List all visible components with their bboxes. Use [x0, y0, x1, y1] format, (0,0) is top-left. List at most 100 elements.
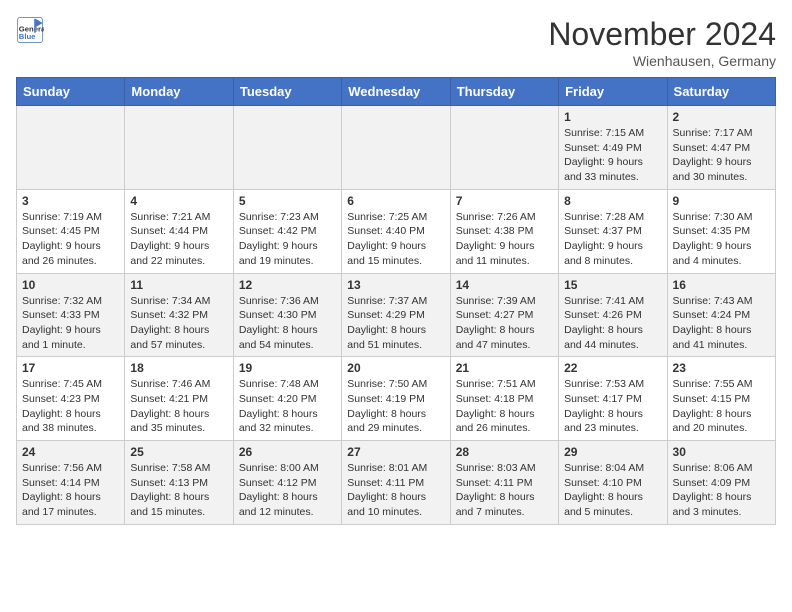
day-number: 23: [673, 361, 770, 375]
calendar-cell: 3 Sunrise: 7:19 AM Sunset: 4:45 PM Daylig…: [17, 189, 125, 273]
day-number: 18: [130, 361, 227, 375]
day-number: 4: [130, 194, 227, 208]
day-info: Sunrise: 7:43 AM Sunset: 4:24 PM Dayligh…: [673, 294, 770, 353]
day-number: 19: [239, 361, 336, 375]
calendar-cell: [233, 106, 341, 190]
calendar-cell: 5 Sunrise: 7:23 AM Sunset: 4:42 PM Daylig…: [233, 189, 341, 273]
day-info: Sunrise: 7:36 AM Sunset: 4:30 PM Dayligh…: [239, 294, 336, 353]
calendar-cell: 14 Sunrise: 7:39 AM Sunset: 4:27 PM Dayli…: [450, 273, 558, 357]
calendar-cell: 27 Sunrise: 8:01 AM Sunset: 4:11 PM Dayli…: [342, 441, 450, 525]
col-header-monday: Monday: [125, 78, 233, 106]
day-number: 13: [347, 278, 444, 292]
calendar-cell: 15 Sunrise: 7:41 AM Sunset: 4:26 PM Dayli…: [559, 273, 667, 357]
day-number: 6: [347, 194, 444, 208]
day-info: Sunrise: 7:51 AM Sunset: 4:18 PM Dayligh…: [456, 377, 553, 436]
logo: General Blue: [16, 16, 44, 44]
calendar-week-3: 10 Sunrise: 7:32 AM Sunset: 4:33 PM Dayli…: [17, 273, 776, 357]
day-info: Sunrise: 8:04 AM Sunset: 4:10 PM Dayligh…: [564, 461, 661, 520]
calendar-cell: 21Sunrise: 7:51 AM Sunset: 4:18 PM Dayli…: [450, 357, 558, 441]
col-header-wednesday: Wednesday: [342, 78, 450, 106]
day-number: 27: [347, 445, 444, 459]
calendar-cell: 16 Sunrise: 7:43 AM Sunset: 4:24 PM Dayli…: [667, 273, 775, 357]
day-number: 22: [564, 361, 661, 375]
day-info: Sunrise: 7:41 AM Sunset: 4:26 PM Dayligh…: [564, 294, 661, 353]
day-info: Sunrise: 7:45 AM Sunset: 4:23 PM Dayligh…: [22, 377, 119, 436]
day-info: Sunrise: 7:28 AM Sunset: 4:37 PM Dayligh…: [564, 210, 661, 269]
calendar-cell: 29 Sunrise: 8:04 AM Sunset: 4:10 PM Dayli…: [559, 441, 667, 525]
month-title: November 2024: [548, 16, 776, 53]
calendar-cell: 10 Sunrise: 7:32 AM Sunset: 4:33 PM Dayli…: [17, 273, 125, 357]
day-number: 9: [673, 194, 770, 208]
day-number: 25: [130, 445, 227, 459]
day-number: 12: [239, 278, 336, 292]
calendar-cell: 19 Sunrise: 7:48 AM Sunset: 4:20 PM Dayli…: [233, 357, 341, 441]
col-header-thursday: Thursday: [450, 78, 558, 106]
day-number: 16: [673, 278, 770, 292]
calendar-cell: 2 Sunrise: 7:17 AM Sunset: 4:47 PM Daylig…: [667, 106, 775, 190]
day-info: Sunrise: 8:03 AM Sunset: 4:11 PM Dayligh…: [456, 461, 553, 520]
day-number: 2: [673, 110, 770, 124]
day-info: Sunrise: 7:32 AM Sunset: 4:33 PM Dayligh…: [22, 294, 119, 353]
calendar-cell: 30 Sunrise: 8:06 AM Sunset: 4:09 PM Dayli…: [667, 441, 775, 525]
day-info: Sunrise: 7:50 AM Sunset: 4:19 PM Dayligh…: [347, 377, 444, 436]
calendar-cell: 9 Sunrise: 7:30 AM Sunset: 4:35 PM Daylig…: [667, 189, 775, 273]
day-number: 10: [22, 278, 119, 292]
day-info: Sunrise: 8:01 AM Sunset: 4:11 PM Dayligh…: [347, 461, 444, 520]
day-number: 11: [130, 278, 227, 292]
calendar-cell: 13 Sunrise: 7:37 AM Sunset: 4:29 PM Dayli…: [342, 273, 450, 357]
day-info: Sunrise: 7:34 AM Sunset: 4:32 PM Dayligh…: [130, 294, 227, 353]
day-info: Sunrise: 7:48 AM Sunset: 4:20 PM Dayligh…: [239, 377, 336, 436]
col-header-friday: Friday: [559, 78, 667, 106]
calendar-cell: 23 Sunrise: 7:55 AM Sunset: 4:15 PM Dayli…: [667, 357, 775, 441]
day-info: Sunrise: 7:46 AM Sunset: 4:21 PM Dayligh…: [130, 377, 227, 436]
day-info: Sunrise: 7:30 AM Sunset: 4:35 PM Dayligh…: [673, 210, 770, 269]
day-info: Sunrise: 7:55 AM Sunset: 4:15 PM Dayligh…: [673, 377, 770, 436]
calendar-cell: [450, 106, 558, 190]
calendar-cell: 7 Sunrise: 7:26 AM Sunset: 4:38 PM Daylig…: [450, 189, 558, 273]
day-info: Sunrise: 8:00 AM Sunset: 4:12 PM Dayligh…: [239, 461, 336, 520]
calendar-cell: 4 Sunrise: 7:21 AM Sunset: 4:44 PM Daylig…: [125, 189, 233, 273]
day-info: Sunrise: 7:17 AM Sunset: 4:47 PM Dayligh…: [673, 126, 770, 185]
calendar-cell: 8 Sunrise: 7:28 AM Sunset: 4:37 PM Daylig…: [559, 189, 667, 273]
calendar-cell: [342, 106, 450, 190]
day-number: 14: [456, 278, 553, 292]
calendar-cell: 11 Sunrise: 7:34 AM Sunset: 4:32 PM Dayli…: [125, 273, 233, 357]
calendar-week-1: 1 Sunrise: 7:15 AM Sunset: 4:49 PM Daylig…: [17, 106, 776, 190]
col-header-saturday: Saturday: [667, 78, 775, 106]
day-info: Sunrise: 7:15 AM Sunset: 4:49 PM Dayligh…: [564, 126, 661, 185]
day-info: Sunrise: 8:06 AM Sunset: 4:09 PM Dayligh…: [673, 461, 770, 520]
day-number: 26: [239, 445, 336, 459]
day-number: 29: [564, 445, 661, 459]
day-number: 30: [673, 445, 770, 459]
calendar-cell: 17 Sunrise: 7:45 AM Sunset: 4:23 PM Dayli…: [17, 357, 125, 441]
day-number: 15: [564, 278, 661, 292]
day-info: Sunrise: 7:56 AM Sunset: 4:14 PM Dayligh…: [22, 461, 119, 520]
calendar-cell: [17, 106, 125, 190]
logo-icon: General Blue: [16, 16, 44, 44]
day-info: Sunrise: 7:26 AM Sunset: 4:38 PM Dayligh…: [456, 210, 553, 269]
day-number: 3: [22, 194, 119, 208]
calendar-cell: 26 Sunrise: 8:00 AM Sunset: 4:12 PM Dayli…: [233, 441, 341, 525]
day-number: 7: [456, 194, 553, 208]
calendar-week-2: 3 Sunrise: 7:19 AM Sunset: 4:45 PM Daylig…: [17, 189, 776, 273]
day-info: Sunrise: 7:53 AM Sunset: 4:17 PM Dayligh…: [564, 377, 661, 436]
day-number: 17: [22, 361, 119, 375]
day-number: 1: [564, 110, 661, 124]
col-header-sunday: Sunday: [17, 78, 125, 106]
col-header-tuesday: Tuesday: [233, 78, 341, 106]
calendar-week-4: 17 Sunrise: 7:45 AM Sunset: 4:23 PM Dayli…: [17, 357, 776, 441]
day-info: Sunrise: 7:23 AM Sunset: 4:42 PM Dayligh…: [239, 210, 336, 269]
calendar-cell: 28Sunrise: 8:03 AM Sunset: 4:11 PM Dayli…: [450, 441, 558, 525]
calendar-cell: 25Sunrise: 7:58 AM Sunset: 4:13 PM Dayli…: [125, 441, 233, 525]
day-number: 24: [22, 445, 119, 459]
day-info: Sunrise: 7:19 AM Sunset: 4:45 PM Dayligh…: [22, 210, 119, 269]
calendar-cell: 22 Sunrise: 7:53 AM Sunset: 4:17 PM Dayli…: [559, 357, 667, 441]
calendar-cell: [125, 106, 233, 190]
day-number: 5: [239, 194, 336, 208]
calendar-cell: 20Sunrise: 7:50 AM Sunset: 4:19 PM Dayli…: [342, 357, 450, 441]
day-info: Sunrise: 7:37 AM Sunset: 4:29 PM Dayligh…: [347, 294, 444, 353]
day-number: 8: [564, 194, 661, 208]
day-info: Sunrise: 7:39 AM Sunset: 4:27 PM Dayligh…: [456, 294, 553, 353]
day-info: Sunrise: 7:21 AM Sunset: 4:44 PM Dayligh…: [130, 210, 227, 269]
page-header: General Blue November 2024 Wienhausen, G…: [16, 16, 776, 69]
